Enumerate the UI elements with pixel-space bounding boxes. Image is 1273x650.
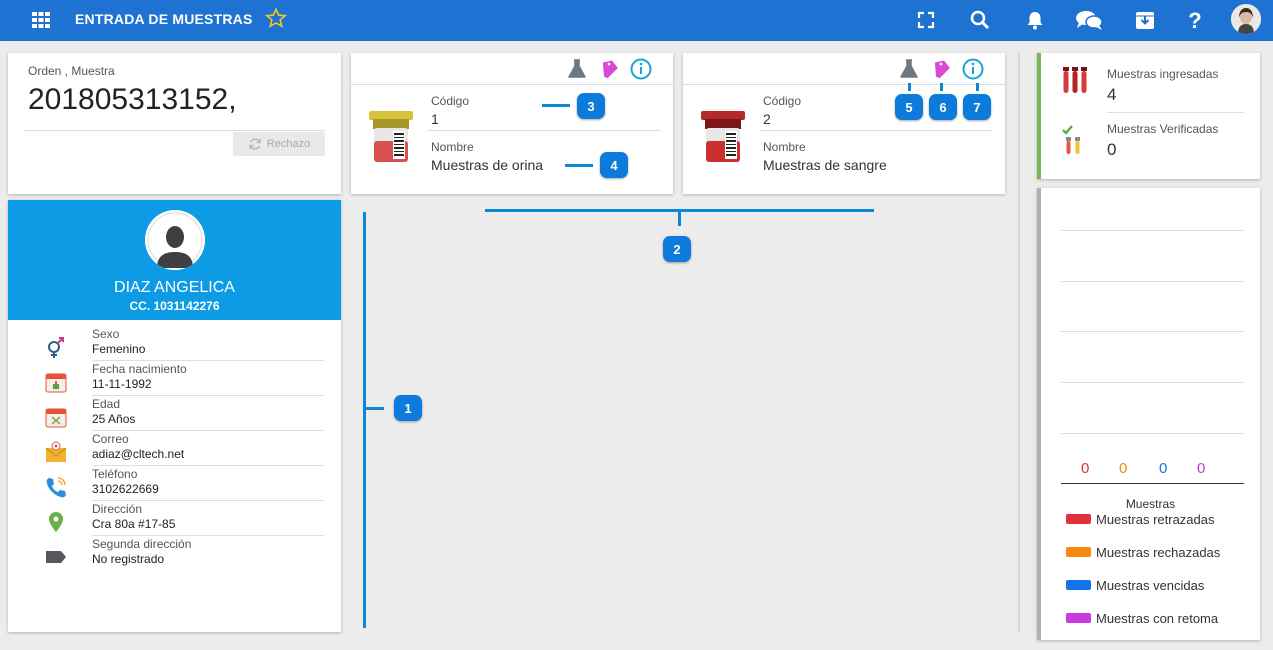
phone-icon: [46, 477, 66, 498]
patient-card: DIAZ ANGELICA CC. 1031142276 Sexo Femeni…: [8, 200, 341, 632]
label-tag-icon[interactable]: [929, 57, 953, 81]
verified-tubes-icon: [1062, 125, 1080, 154]
annotation-badge-3: 3: [577, 93, 605, 119]
column-divider: [1018, 53, 1020, 633]
patient-field-address: Dirección Cra 80a #17-85: [8, 502, 341, 537]
patient-field-phone: Teléfono 3102622669: [8, 467, 341, 502]
order-number: 201805313152,: [28, 83, 237, 116]
patient-field-second-address: Segunda dirección No registrado: [8, 537, 341, 572]
flask-icon[interactable]: [565, 57, 589, 81]
sample-tube-icon: [701, 111, 745, 162]
legend-swatch: [1066, 547, 1091, 557]
search-icon[interactable]: [969, 9, 991, 31]
patient-field-email: Correo adiaz@cltech.net: [8, 432, 341, 467]
annotation-line-2-tick: [678, 212, 681, 226]
annotation-line-6: [940, 83, 943, 91]
received-label: Muestras ingresadas: [1107, 67, 1219, 81]
name-label: Nombre: [763, 140, 806, 154]
refresh-icon: [248, 138, 261, 150]
chart-value-rechazadas: 0: [1119, 460, 1128, 477]
age-calendar-icon: [45, 408, 67, 428]
patient-field-age: Edad 25 Años: [8, 397, 341, 432]
samples-chart: 0 0 0 0 Muestras Muestras retrazadas Mue…: [1037, 188, 1260, 640]
order-label: Orden , Muestra: [28, 64, 115, 78]
stats-card: Muestras ingresadas 4 Muestras Verificad…: [1037, 53, 1260, 179]
order-card: Orden , Muestra 201805313152, Rechazo: [8, 53, 341, 194]
patient-avatar: [145, 210, 205, 270]
gridline: [1061, 331, 1244, 332]
annotation-line-1: [363, 212, 366, 628]
sample-tube-icon: [369, 111, 413, 162]
archive-icon[interactable]: [1134, 9, 1156, 31]
chart-value-retrazadas: 0: [1081, 460, 1090, 477]
verified-value: 0: [1107, 140, 1117, 159]
birthday-calendar-icon: [45, 373, 67, 393]
legend-swatch: [1066, 580, 1091, 590]
apps-grid-icon[interactable]: [32, 12, 50, 28]
chart-value-retoma: 0: [1197, 460, 1206, 477]
annotation-line-5: [908, 83, 911, 91]
flask-icon[interactable]: [897, 57, 921, 81]
patient-id: CC. 1031142276: [129, 299, 220, 313]
legend-swatch: [1066, 514, 1091, 524]
name-value: Muestras de orina: [431, 157, 544, 173]
verified-label: Muestras Verificadas: [1107, 122, 1219, 136]
annotation-badge-4: 4: [600, 152, 628, 178]
patient-header: DIAZ ANGELICA CC. 1031142276: [8, 200, 341, 320]
reject-button-label: Rechazo: [266, 138, 311, 150]
top-bar: ENTRADA DE MUESTRAS ?: [0, 0, 1273, 41]
code-label: Código: [763, 94, 802, 108]
code-label: Código: [431, 94, 470, 108]
chat-icon[interactable]: [1075, 9, 1103, 31]
page-title: ENTRADA DE MUESTRAS: [75, 11, 253, 27]
patient-field-birthdate: Fecha nacimiento 11-11-1992: [8, 362, 341, 397]
name-value: Muestras de sangre: [763, 157, 887, 173]
sample-tubes-icon: [1063, 67, 1087, 93]
annotation-badge-1: 1: [394, 395, 422, 421]
annotation-line-3: [542, 104, 570, 107]
star-icon[interactable]: [265, 7, 287, 29]
code-value: 2: [763, 111, 771, 127]
sample-card-2[interactable]: Código 2 Nombre Muestras de sangre: [683, 53, 1005, 194]
received-value: 4: [1107, 85, 1117, 104]
legend-title: Muestras: [1125, 497, 1176, 511]
gridline: [1061, 230, 1244, 231]
annotation-line-1-tick: [366, 407, 384, 410]
user-avatar[interactable]: [1231, 4, 1261, 34]
label-tag-icon[interactable]: [597, 57, 621, 81]
annotation-badge-5: 5: [895, 94, 923, 120]
patient-field-sex: Sexo Femenino: [8, 327, 341, 362]
name-label: Nombre: [431, 140, 474, 154]
tag-icon: [46, 551, 66, 563]
info-icon[interactable]: [961, 57, 985, 81]
x-axis: [1061, 483, 1244, 484]
svg-text:?: ?: [1188, 9, 1201, 31]
gridline: [1061, 281, 1244, 282]
help-icon[interactable]: ?: [1184, 9, 1206, 31]
fullscreen-icon[interactable]: [915, 9, 937, 31]
patient-name: DIAZ ANGELICA: [114, 279, 235, 296]
reject-button[interactable]: Rechazo: [233, 132, 325, 156]
annotation-badge-7: 7: [963, 94, 991, 120]
bell-icon[interactable]: [1024, 9, 1046, 31]
gridline: [1061, 433, 1244, 434]
divider: [24, 130, 325, 131]
location-pin-icon: [49, 512, 63, 532]
info-icon[interactable]: [629, 57, 653, 81]
chart-value-vencidas: 0: [1159, 460, 1168, 477]
gridline: [1061, 382, 1244, 383]
gender-icon: [48, 337, 64, 358]
code-value: 1: [431, 111, 439, 127]
annotation-line-4: [565, 164, 593, 167]
email-icon: [45, 441, 67, 462]
annotation-badge-6: 6: [929, 94, 957, 120]
annotation-line-7: [976, 83, 979, 91]
legend-swatch: [1066, 613, 1091, 623]
annotation-badge-2: 2: [663, 236, 691, 262]
